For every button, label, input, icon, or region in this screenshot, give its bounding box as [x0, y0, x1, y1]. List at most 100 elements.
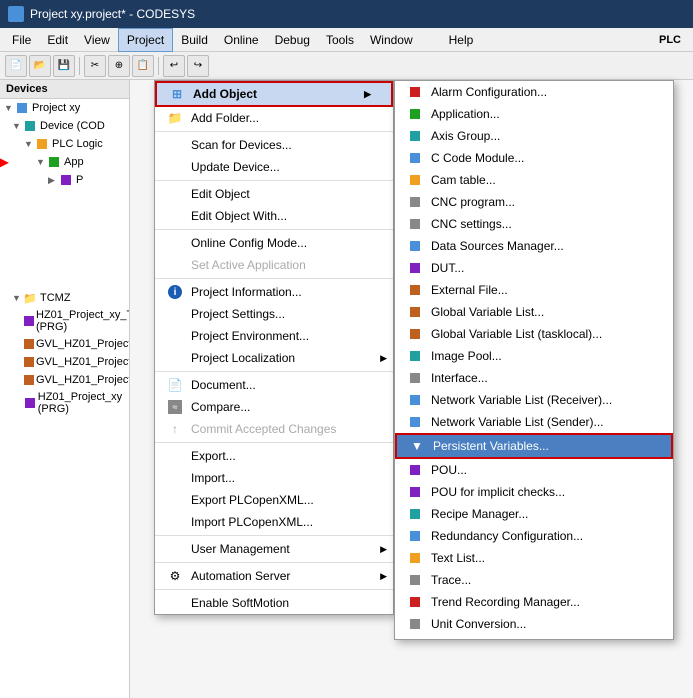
scan-icon [165, 137, 185, 153]
sep1 [155, 131, 393, 132]
menu-edit-object[interactable]: Edit Object [155, 183, 393, 205]
sub-cnc-settings[interactable]: CNC settings... [395, 213, 673, 235]
sub-redundancy-config[interactable]: Redundancy Configuration... [395, 525, 673, 547]
menu-project[interactable]: Project [118, 28, 173, 52]
tree-label-app: App [64, 156, 84, 168]
menu-help[interactable]: Help [441, 28, 482, 52]
sub-pou-checks[interactable]: POU for implicit checks... [395, 481, 673, 503]
menu-user-mgmt[interactable]: User Management [155, 538, 393, 560]
menu-add-object[interactable]: ⊞ Add Object ▶ [155, 81, 393, 107]
compare-label: Compare... [191, 400, 250, 414]
gvl-ios-icon [24, 373, 34, 387]
toolbar-redo[interactable]: ↪ [187, 55, 209, 77]
menu-scan-devices[interactable]: Scan for Devices... [155, 134, 393, 156]
menu-add-folder[interactable]: 📁 Add Folder... [155, 107, 393, 129]
sub-visualization[interactable]: Visualization... [395, 635, 673, 640]
menu-build[interactable]: Build [173, 28, 216, 52]
sub-trend[interactable]: Trend Recording Manager... [395, 591, 673, 613]
tree-prog[interactable]: ▶ P [0, 171, 129, 189]
menu-window[interactable]: Window [362, 28, 421, 52]
menu-view[interactable]: View [76, 28, 118, 52]
sub-data-sources[interactable]: Data Sources Manager... [395, 235, 673, 257]
menu-online[interactable]: Online [216, 28, 267, 52]
menu-edit-object-with[interactable]: Edit Object With... [155, 205, 393, 227]
sub-trace[interactable]: Trace... [395, 569, 673, 591]
tree-project[interactable]: ▼ Project xy [0, 99, 129, 117]
content-area: ⊞ Add Object ▶ 📁 Add Folder... Scan for … [130, 80, 693, 698]
menu-import-plc[interactable]: Import PLCopenXML... [155, 511, 393, 533]
menu-automation-server[interactable]: ⚙ Automation Server [155, 565, 393, 587]
online-cfg-label: Online Config Mode... [191, 236, 307, 250]
sub-application[interactable]: Application... [395, 103, 673, 125]
menu-document[interactable]: 📄 Document... [155, 374, 393, 396]
tree-device[interactable]: ▼ Device (COD [0, 117, 129, 135]
tree-gvl-hmi[interactable]: GVL_HZ01_Project_xy_HMI [0, 353, 129, 371]
data-sources-label: Data Sources Manager... [431, 239, 564, 253]
menu-online-config[interactable]: Online Config Mode... [155, 232, 393, 254]
sub-cnc-program[interactable]: CNC program... [395, 191, 673, 213]
sub-gvl-task[interactable]: Global Variable List (tasklocal)... [395, 323, 673, 345]
cnc-program-icon [405, 194, 425, 210]
sub-image-pool[interactable]: Image Pool... [395, 345, 673, 367]
tree-arrow-tcmz: ▼ [12, 293, 22, 303]
menu-proj-env[interactable]: Project Environment... [155, 325, 393, 347]
sub-alarm-config[interactable]: Alarm Configuration... [395, 81, 673, 103]
menu-edit[interactable]: Edit [39, 28, 76, 52]
gvl-task-label: Global Variable List (tasklocal)... [431, 327, 602, 341]
menu-tools[interactable]: Tools [318, 28, 362, 52]
sub-interface[interactable]: Interface... [395, 367, 673, 389]
sub-text-list[interactable]: Text List... [395, 547, 673, 569]
axis-group-label: Axis Group... [431, 129, 500, 143]
sub-pou[interactable]: POU... [395, 459, 673, 481]
edit-obj-label: Edit Object [191, 187, 250, 201]
sub-cam-table[interactable]: Cam table... [395, 169, 673, 191]
menu-proj-local[interactable]: Project Localization [155, 347, 393, 369]
menu-debug[interactable]: Debug [267, 28, 318, 52]
tree-app[interactable]: ▶ ▼ App [0, 153, 129, 171]
sub-persistent-vars[interactable]: ▼ Persistent Variables... [395, 433, 673, 459]
toolbar-paste[interactable]: 📋 [132, 55, 154, 77]
tree-tcmz[interactable]: ▼ 📁 TCMZ [0, 289, 129, 307]
menu-file[interactable]: File [4, 28, 39, 52]
toolbar-copy[interactable]: ⊕ [108, 55, 130, 77]
text-list-icon [405, 550, 425, 566]
toolbar-undo[interactable]: ↩ [163, 55, 185, 77]
menu-export[interactable]: Export... [155, 445, 393, 467]
menu-softmotion[interactable]: Enable SoftMotion [155, 592, 393, 614]
axis-group-icon [405, 128, 425, 144]
sub-external-file[interactable]: External File... [395, 279, 673, 301]
menu-export-plc[interactable]: Export PLCopenXML... [155, 489, 393, 511]
tree-arrow-app: ▼ [36, 157, 46, 167]
menu-import[interactable]: Import... [155, 467, 393, 489]
toolbar-cut[interactable]: ✂ [84, 55, 106, 77]
sub-nvl-sender[interactable]: Network Variable List (Sender)... [395, 411, 673, 433]
tree-hz01-prg[interactable]: HZ01_Project_xy_TCMZ (PRG) [0, 307, 129, 335]
tree-hz01-main[interactable]: HZ01_Project_xy (PRG) [0, 389, 129, 417]
tree-plc[interactable]: ▼ PLC Logic [0, 135, 129, 153]
commit-label: Commit Accepted Changes [191, 422, 336, 436]
softmotion-label: Enable SoftMotion [191, 596, 289, 610]
unit-icon [405, 616, 425, 632]
toolbar-open[interactable]: 📂 [29, 55, 51, 77]
sub-c-code[interactable]: C Code Module... [395, 147, 673, 169]
sub-nvl-receiver[interactable]: Network Variable List (Receiver)... [395, 389, 673, 411]
tree-gvl[interactable]: GVL_HZ01_Project_xy [0, 335, 129, 353]
export-icon [165, 448, 185, 464]
toolbar-new[interactable]: 📄 [5, 55, 27, 77]
menu-proj-settings[interactable]: Project Settings... [155, 303, 393, 325]
sub-axis-group[interactable]: Axis Group... [395, 125, 673, 147]
menu-proj-info[interactable]: i Project Information... [155, 281, 393, 303]
sidebar-tree: ▼ Project xy ▼ Device (COD ▼ PLC Logic ▶… [0, 99, 129, 417]
menu-compare[interactable]: ≈ Compare... [155, 396, 393, 418]
toolbar-save[interactable]: 💾 [53, 55, 75, 77]
vis-icon [405, 638, 425, 640]
import-icon [165, 470, 185, 486]
user-mgmt-label: User Management [191, 542, 290, 556]
sub-dut[interactable]: DUT... [395, 257, 673, 279]
sub-gvl[interactable]: Global Variable List... [395, 301, 673, 323]
sub-unit[interactable]: Unit Conversion... [395, 613, 673, 635]
sub-recipe-manager[interactable]: Recipe Manager... [395, 503, 673, 525]
menu-update-device[interactable]: Update Device... [155, 156, 393, 178]
alarm-config-icon [405, 84, 425, 100]
tree-gvl-ios[interactable]: GVL_HZ01_Project_xy_IOs [0, 371, 129, 389]
